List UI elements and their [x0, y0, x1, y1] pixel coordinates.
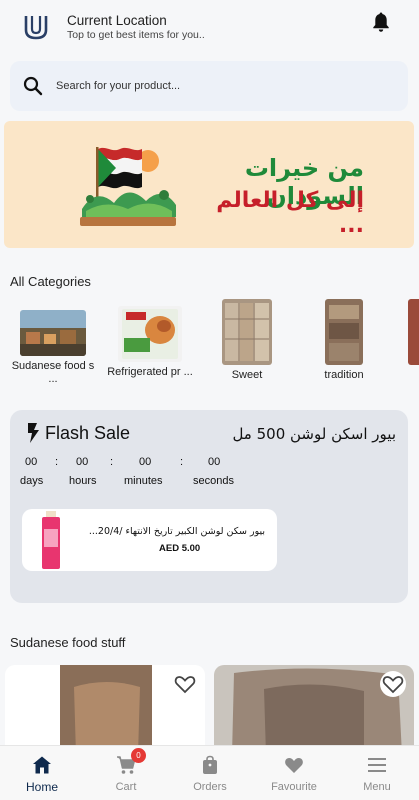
- app-header: Current Location Top to get best items f…: [0, 0, 419, 56]
- current-location-subtitle[interactable]: Top to get best items for you..: [67, 29, 205, 41]
- bell-icon[interactable]: [371, 11, 391, 33]
- countdown-separator: :: [180, 456, 184, 468]
- flash-sale-product-card[interactable]: بيور سكن لوشن الكبير تاريخ الانتهاء /20/…: [22, 509, 277, 571]
- countdown-minutes-label: minutes: [124, 475, 163, 487]
- countdown-separator: :: [55, 456, 59, 468]
- nav-home-label: Home: [25, 780, 58, 794]
- heart-icon[interactable]: [284, 755, 304, 775]
- nav-menu-label: Menu: [363, 781, 391, 793]
- categories-carousel[interactable]: Sudanese food s ... Refrigerated pr ... …: [0, 296, 419, 396]
- cart-count-badge: 0: [131, 748, 146, 763]
- flash-sale-product-title: بيور اسكن لوشن 500 مل: [232, 425, 396, 443]
- product-card[interactable]: [214, 665, 414, 755]
- product-image: [60, 665, 152, 755]
- product-image: [42, 511, 60, 569]
- category-image: [118, 306, 182, 362]
- nav-favourite-label: Favourite: [271, 781, 317, 793]
- category-item[interactable]: [396, 296, 419, 365]
- brand-logo-icon: [24, 16, 48, 40]
- nav-cart[interactable]: 0 Cart: [84, 746, 168, 800]
- countdown-minutes: 00: [139, 456, 152, 468]
- nav-menu[interactable]: Menu: [335, 746, 419, 800]
- countdown-days-label: days: [20, 475, 44, 487]
- nav-cart-label: Cart: [115, 781, 137, 793]
- lightning-icon: [28, 423, 39, 443]
- category-item[interactable]: Sudanese food s ...: [8, 296, 98, 386]
- countdown-seconds-label: seconds: [193, 475, 234, 487]
- flash-sale-product-name: بيور سكن لوشن الكبير تاريخ الانتهاء /20/…: [88, 526, 265, 537]
- flash-sale-panel: Flash Sale بيور اسكن لوشن 500 مل 00 : 00…: [10, 410, 408, 603]
- heart-outline-icon[interactable]: [380, 671, 406, 697]
- nav-favourite[interactable]: Favourite: [252, 746, 336, 800]
- category-image: [325, 299, 363, 365]
- nav-orders-label: Orders: [193, 781, 227, 793]
- heart-outline-icon[interactable]: [172, 671, 198, 697]
- category-label: tradition: [324, 369, 364, 381]
- category-item[interactable]: Refrigerated pr ...: [105, 296, 195, 379]
- home-icon[interactable]: [32, 755, 52, 775]
- banner-subheadline: إلى كل العالم ...: [216, 188, 364, 238]
- countdown-hours: 00: [76, 456, 89, 468]
- menu-icon[interactable]: [367, 755, 387, 775]
- favourite-button[interactable]: [172, 671, 198, 697]
- flash-sale-product-price: AED 5.00: [159, 543, 201, 554]
- countdown-seconds: 00: [208, 456, 221, 468]
- countdown-separator: :: [110, 456, 114, 468]
- nav-home[interactable]: Home: [0, 746, 84, 800]
- search-icon[interactable]: [23, 76, 43, 96]
- countdown-hours-label: hours: [69, 475, 97, 487]
- favourite-button[interactable]: [380, 671, 406, 697]
- countdown-days: 00: [25, 456, 38, 468]
- current-location-title[interactable]: Current Location: [67, 13, 167, 28]
- search-bar[interactable]: Search for your product...: [10, 61, 408, 111]
- category-label: Sudanese food s ...: [11, 360, 95, 385]
- bottom-navigation: Home 0 Cart Orders Favourite Menu: [0, 745, 419, 800]
- categories-section-title: All Categories: [10, 274, 91, 289]
- category-image: [20, 310, 86, 356]
- orders-bag-icon[interactable]: [200, 755, 220, 775]
- category-label: Refrigerated pr ...: [107, 366, 193, 378]
- promo-banner[interactable]: من خيرات السودان إلى كل العالم ...: [4, 121, 414, 248]
- flash-sale-title: Flash Sale: [45, 423, 131, 443]
- product-card[interactable]: [5, 665, 205, 755]
- sudan-flag-illustration: [80, 147, 176, 226]
- category-image: [408, 299, 419, 365]
- category-item[interactable]: Sweet: [202, 296, 292, 382]
- products-section-title: Sudanese food stuff: [10, 635, 126, 650]
- search-input[interactable]: Search for your product...: [56, 80, 180, 92]
- category-label: Sweet: [231, 369, 263, 381]
- category-image: [222, 299, 272, 365]
- nav-orders[interactable]: Orders: [168, 746, 252, 800]
- category-item[interactable]: tradition: [299, 296, 389, 382]
